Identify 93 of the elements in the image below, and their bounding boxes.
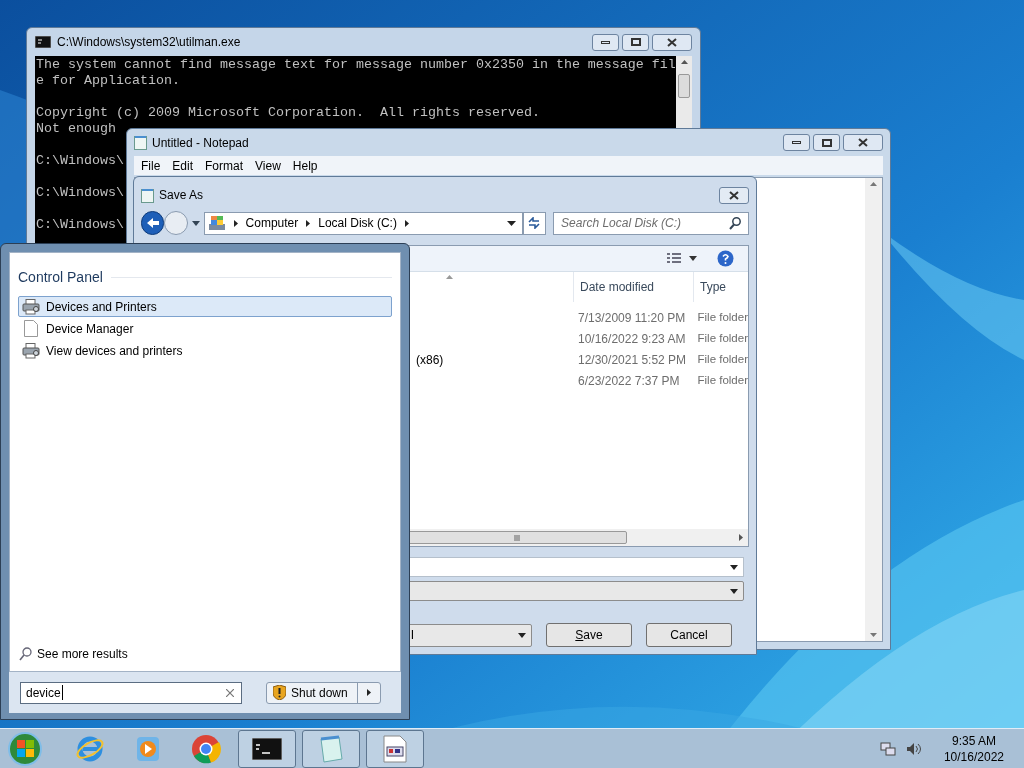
close-icon [667,37,677,47]
file-name[interactable]: (x86) [416,350,444,369]
dropdown-arrow-icon [730,588,738,594]
minimize-button[interactable] [592,33,619,51]
notepad-icon [141,187,154,203]
refresh-button[interactable] [522,211,547,235]
start-button[interactable] [8,731,42,766]
application-window-icon [383,734,407,763]
taskbar-button[interactable] [238,729,296,768]
search-result[interactable]: Device Manager [18,318,392,339]
window-title: Untitled - Notepad [152,134,249,152]
type-cell-text: File folder [696,351,748,367]
clock[interactable]: 9:35 AM 10/16/2022 [943,732,1004,765]
section-heading: Control Panel [18,268,103,287]
type-cell-text: File folder [696,330,748,346]
search-result[interactable]: Devices and Printers [18,296,392,317]
date-cell-text: 6/23/2022 7:37 PM [577,372,681,390]
grip-icon [514,534,520,541]
date-cell-text: 7/13/2009 11:20 PM [577,309,687,327]
search-result[interactable]: View devices and printers [18,340,392,361]
menu-item[interactable]: Help [287,156,323,175]
scroll-thumb[interactable] [407,531,627,544]
chrome-icon [191,733,221,764]
dropdown-arrow-icon [518,632,526,638]
console-line: C:\Windows\ [36,153,124,169]
notepad-icon [134,135,147,150]
date-cell-text: 12/30/2021 5:52 PM [577,351,688,369]
document-icon [24,320,38,337]
type-cell-text: File folder [696,309,748,325]
refresh-icon [527,217,542,229]
menu-item[interactable]: View [250,156,286,175]
console-icon [252,737,282,760]
close-icon [729,190,739,200]
console-line: e for Application. [36,73,180,89]
date-cell-text: 10/16/2022 9:23 AM [577,330,687,348]
close-button[interactable] [843,134,883,151]
chevron-icon[interactable] [404,219,409,227]
menu-item[interactable]: File [136,156,166,175]
dropdown-arrow-icon[interactable] [689,256,697,261]
close-button[interactable] [652,33,692,51]
up-arrow-icon [870,182,877,186]
menu-item[interactable]: Edit [167,156,199,175]
right-arrow-icon [739,534,743,541]
breadcrumb-item[interactable]: Computer [245,214,299,232]
menu-item[interactable]: Format [200,156,249,175]
breadcrumb-item[interactable]: Local Disk (C:) [318,214,397,232]
help-icon[interactable] [717,250,734,267]
see-more-results-link[interactable]: See more results [18,645,392,667]
view-list-icon[interactable] [667,253,681,264]
console-line: C:\Windows\ [36,217,124,233]
left-arrow-icon [145,217,160,229]
maximize-button[interactable] [622,33,649,51]
column-header[interactable]: Type [694,278,726,296]
dropdown-arrow-icon [506,220,516,226]
column-header[interactable]: Date modified [574,278,693,296]
media-player-icon [135,734,161,763]
network-icon[interactable] [879,740,896,757]
address-bar[interactable]: Computer Local Disk (C:) [203,211,523,235]
printer-icon [22,298,40,315]
window-title: C:\Windows\system32\utilman.exe [57,34,241,51]
dialog-title: Save As [159,187,204,204]
computer-icon [207,215,226,231]
chevron-icon[interactable] [306,219,311,227]
search-field[interactable]: Search Local Disk (C:) [553,211,749,235]
close-button[interactable] [719,186,749,204]
sort-arrow-icon [446,275,453,279]
close-icon [858,138,868,147]
type-cell-text: File folder [696,372,748,388]
console-line: Copyright (c) 2009 Microsoft Corporation. All rights reserved. [36,105,540,121]
console-line: The system cannot find message text for message number 0x2350 in the message fil [36,57,676,73]
search-icon [729,216,741,230]
search-icon [19,647,32,661]
clear-icon[interactable] [226,688,234,697]
back-button[interactable] [141,211,165,235]
dropdown-arrow-icon [191,220,200,226]
console-icon [35,36,51,48]
down-arrow-icon [870,633,877,637]
notepad-icon [318,734,344,763]
console-line: Not enough [36,121,116,137]
save-button[interactable]: Save [546,623,632,647]
console-line: C:\Windows\ [36,185,124,201]
right-arrow-icon [367,689,371,696]
dropdown-arrow-icon [730,564,738,570]
search-field[interactable]: device [20,681,242,704]
chevron-icon[interactable] [233,219,238,227]
shield-icon [273,685,286,700]
printer-icon [22,342,40,359]
up-arrow-icon [680,60,688,64]
cancel-button[interactable]: Cancel [646,623,732,647]
minimize-button[interactable] [783,134,810,151]
speaker-icon[interactable] [905,741,922,756]
scrollbar[interactable] [865,178,882,641]
maximize-button[interactable] [813,134,840,151]
